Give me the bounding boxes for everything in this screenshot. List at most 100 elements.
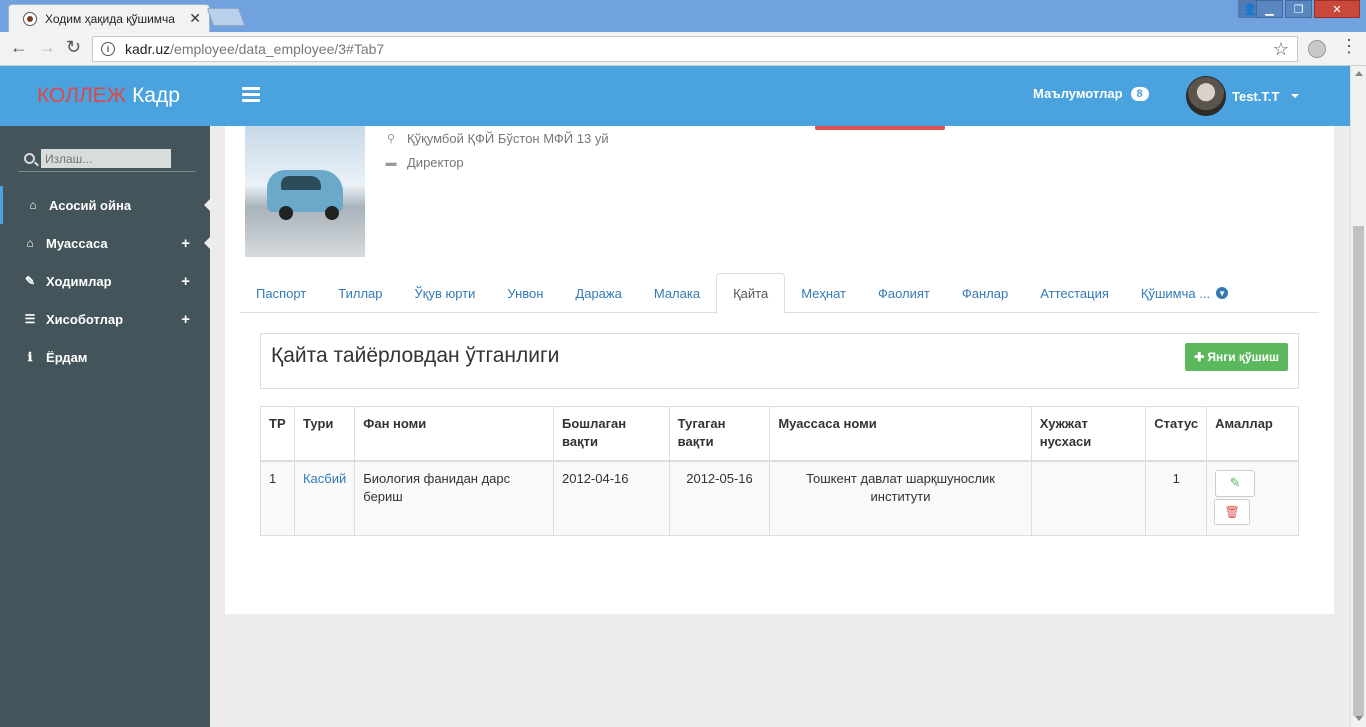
sidebar-item-label: Муассаса xyxy=(46,235,108,251)
col-header-subject: Фан номи xyxy=(354,406,555,462)
position-text: Директор xyxy=(407,155,464,170)
tab-degree[interactable]: Даража xyxy=(559,273,637,313)
profile-address: ⚲ Қўқумбой ҚФЙ Бўстон МФЙ 13 уй xyxy=(385,131,609,146)
delete-button[interactable]: 🗑 xyxy=(1214,498,1251,525)
active-caret-icon xyxy=(204,199,210,211)
table-row: 1 Касбий Биология фанидан дарс бериш 201… xyxy=(260,460,1299,536)
cell-end: 2012-05-16 xyxy=(668,460,771,536)
add-new-button[interactable]: ✚ Янги қўшиш xyxy=(1185,343,1288,371)
tab-activity[interactable]: Фаолият xyxy=(862,273,946,313)
wheel-shape xyxy=(325,206,339,220)
scroll-down-icon[interactable] xyxy=(1355,716,1363,721)
notifications[interactable]: Маълумотлар 8 xyxy=(1033,86,1149,101)
search-input[interactable] xyxy=(41,149,171,168)
sidebar-item-label: Хисоботлар xyxy=(46,311,124,327)
tab-work[interactable]: Меҳнат xyxy=(785,273,862,313)
browser-tab[interactable]: Ходим ҳақида қўшимча ✕ xyxy=(8,4,210,32)
col-header-institution: Муассаса номи xyxy=(769,406,1032,462)
tab-languages[interactable]: Тиллар xyxy=(322,273,398,313)
content-panel: ⚲ Қўқумбой ҚФЙ Бўстон МФЙ 13 уй ▬ Директ… xyxy=(225,126,1334,614)
tab-qualification[interactable]: Малака xyxy=(638,273,716,313)
add-new-label: Янги қўшиш xyxy=(1207,350,1279,364)
retraining-table: ТР Тури Фан номи Бошлаган вақти Тугаган … xyxy=(260,406,1299,536)
home-icon: ⌂ xyxy=(29,198,37,212)
col-header-tr: ТР xyxy=(260,406,295,462)
minimize-icon[interactable]: ▁ xyxy=(1256,0,1283,18)
edit-icon: ✎ xyxy=(1229,475,1241,490)
browser-toolbar: ← → ↻ i kadr.uz/employee/data_employee/3… xyxy=(0,32,1366,66)
back-arrow-icon[interactable]: ← xyxy=(10,37,28,58)
cell-institution: Тошкент давлат шарқшунослик институти xyxy=(769,460,1032,536)
sidebar-item-home[interactable]: ⌂ Асосий ойна xyxy=(0,186,210,224)
cell-start: 2012-04-16 xyxy=(553,460,670,536)
tab-attestation[interactable]: Аттестация xyxy=(1024,273,1125,313)
page-scrollbar[interactable] xyxy=(1350,66,1366,727)
avatar xyxy=(1186,76,1226,116)
info-icon: ℹ xyxy=(27,350,33,364)
tab-subjects[interactable]: Фанлар xyxy=(946,273,1024,313)
reload-icon[interactable]: ↻ xyxy=(66,37,81,58)
tab-retraining[interactable]: Қайта xyxy=(716,273,786,314)
edit-icon: ✎ xyxy=(24,274,36,288)
expand-plus-icon[interactable]: + xyxy=(181,235,190,252)
caret-down-icon xyxy=(1291,94,1300,98)
brand-logo[interactable]: КОЛЛЕЖ Кадр xyxy=(0,66,210,126)
new-tab-button[interactable] xyxy=(206,8,246,26)
menu-toggle-icon[interactable] xyxy=(242,87,260,102)
sidebar-item-reports[interactable]: ☰ Хисоботлар + xyxy=(0,300,210,338)
expand-plus-icon[interactable]: + xyxy=(181,273,190,290)
sidebar-item-institution[interactable]: ⌂ Муассаса + xyxy=(0,224,210,262)
notifications-label: Маълумотлар xyxy=(1033,86,1123,101)
trash-icon: 🗑 xyxy=(1224,504,1240,519)
site-favicon-icon xyxy=(23,11,37,26)
browser-tabstrip: Ходим ҳақида қўшимча ✕ 👤 ▁ ❐ ✕ xyxy=(0,0,1366,32)
bookmark-star-icon[interactable]: ☆ xyxy=(1273,39,1289,60)
col-header-start: Бошлаган вақти xyxy=(553,406,670,462)
site-info-icon[interactable]: i xyxy=(101,42,115,56)
cell-status: 1 xyxy=(1145,460,1208,536)
col-header-document: Хужжат нусхаси xyxy=(1030,406,1147,462)
app-header: Маълумотлар 8 Test.T.T xyxy=(210,66,1350,126)
table-header-row: ТР Тури Фан номи Бошлаган вақти Тугаган … xyxy=(260,406,1299,462)
brand-part2: Кадр xyxy=(132,84,180,107)
extension-icon[interactable] xyxy=(1308,40,1326,58)
url-path: /employee/data_employee/3#Tab7 xyxy=(170,41,385,57)
col-header-end: Тугаган вақти xyxy=(668,406,771,462)
tab-more[interactable]: Қўшимча ... ▼ xyxy=(1125,273,1244,313)
cell-tr: 1 xyxy=(260,460,295,536)
scrollbar-thumb[interactable] xyxy=(1353,226,1364,716)
cell-document xyxy=(1030,460,1147,536)
sidebar-item-label: Ходимлар xyxy=(46,273,112,289)
address-bar[interactable]: i kadr.uz/employee/data_employee/3#Tab7 … xyxy=(92,36,1298,62)
tab-more-label: Қўшимча ... xyxy=(1140,285,1211,301)
tab-passport[interactable]: Паспорт xyxy=(240,273,322,313)
home-icon: ⌂ xyxy=(26,236,34,250)
user-menu[interactable]: Test.T.T xyxy=(1186,76,1300,116)
profile-tabs: Паспорт Тиллар Ўқув юрти Унвон Даража Ма… xyxy=(240,273,1319,314)
window-close-icon[interactable]: ✕ xyxy=(1314,0,1360,18)
browser-menu-icon[interactable]: ⋮ xyxy=(1340,36,1358,57)
expand-plus-icon[interactable]: + xyxy=(181,311,190,328)
profile-position: ▬ Директор xyxy=(385,155,464,170)
brand-part1: КОЛЛЕЖ xyxy=(37,84,127,107)
tab-title[interactable]: Унвон xyxy=(491,273,559,313)
status-bar xyxy=(815,126,945,130)
forward-arrow-icon[interactable]: → xyxy=(38,37,56,58)
tab-education[interactable]: Ўқув юрти xyxy=(399,273,492,313)
sidebar-item-help[interactable]: ℹ Ёрдам xyxy=(0,338,210,376)
employee-photo xyxy=(245,126,365,257)
type-link[interactable]: Касбий xyxy=(303,471,346,486)
window-controls: ▁ ❐ ✕ xyxy=(1254,0,1360,18)
edit-button[interactable]: ✎ xyxy=(1215,469,1256,497)
sidebar-item-label: Ёрдам xyxy=(46,349,88,365)
address-text: Қўқумбой ҚФЙ Бўстон МФЙ 13 уй xyxy=(407,131,609,146)
restore-icon[interactable]: ❐ xyxy=(1285,0,1312,18)
col-header-status: Статус xyxy=(1145,406,1208,462)
user-name: Test.T.T xyxy=(1232,88,1280,104)
close-tab-icon[interactable]: ✕ xyxy=(189,10,201,27)
submenu-caret-icon xyxy=(204,237,210,249)
scroll-up-icon[interactable] xyxy=(1355,71,1363,76)
col-header-actions: Амаллар xyxy=(1206,406,1299,462)
sidebar: КОЛЛЕЖ Кадр ⌂ Асосий ойна ⌂ Муассаса + ✎… xyxy=(0,66,210,727)
sidebar-item-employees[interactable]: ✎ Ходимлар + xyxy=(0,262,210,300)
